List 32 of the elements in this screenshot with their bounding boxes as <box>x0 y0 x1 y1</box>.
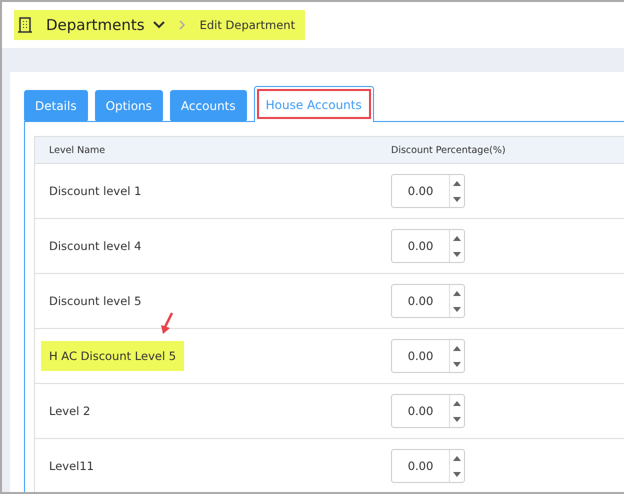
decrement-icon[interactable] <box>453 306 461 312</box>
number-input[interactable]: 0.00 <box>391 229 465 263</box>
breadcrumb-current: Edit Department <box>200 18 296 32</box>
chevron-down-icon[interactable] <box>152 21 165 29</box>
column-header: Level Name <box>48 144 106 156</box>
increment-icon[interactable] <box>453 346 461 350</box>
building-icon <box>18 17 32 33</box>
number-input[interactable]: 0.00 <box>391 394 465 428</box>
level-name: Discount level 5 <box>48 293 142 310</box>
decrement-icon[interactable] <box>453 196 461 202</box>
level-name: Level11 <box>48 458 95 475</box>
chevron-right-icon <box>178 20 186 30</box>
number-input[interactable]: 0.00 <box>391 339 465 373</box>
number-input[interactable]: 0.00 <box>391 449 465 483</box>
number-input[interactable]: 0.00 <box>391 174 465 208</box>
level-name: Discount level 1 <box>48 183 142 200</box>
page-title[interactable]: Departments <box>46 16 145 34</box>
decrement-icon[interactable] <box>453 252 461 256</box>
level-name: Discount level 4 <box>48 238 142 255</box>
decrement-icon[interactable] <box>453 416 461 422</box>
decrement-icon[interactable] <box>453 362 461 366</box>
increment-icon[interactable] <box>453 180 461 186</box>
increment-icon[interactable] <box>453 236 461 240</box>
decrement-icon[interactable] <box>453 472 461 476</box>
annotation-arrow <box>159 311 175 335</box>
level-name: H AC Discount Level 5 <box>41 341 184 371</box>
increment-icon[interactable] <box>453 290 461 296</box>
column-header: Discount Percentage(%) <box>391 144 507 156</box>
level-name: Level 2 <box>48 403 92 420</box>
increment-icon[interactable] <box>453 456 461 460</box>
number-input[interactable]: 0.00 <box>391 284 465 318</box>
increment-icon[interactable] <box>453 400 461 406</box>
